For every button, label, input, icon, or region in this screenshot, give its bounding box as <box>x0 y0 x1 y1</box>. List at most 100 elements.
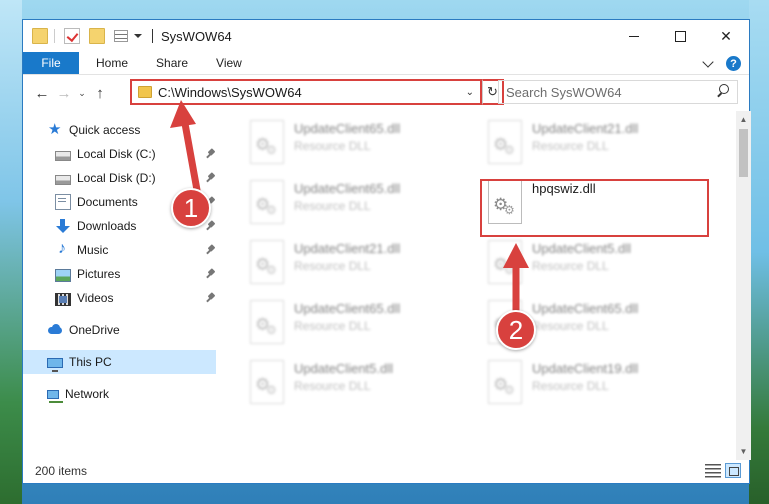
ribbon-right-controls: ? <box>702 55 741 71</box>
expand-ribbon-chevron-icon[interactable] <box>702 55 714 68</box>
details-view-icon[interactable] <box>705 464 721 478</box>
properties-check-icon[interactable] <box>64 28 80 44</box>
sidebar-item-music[interactable]: Music <box>55 238 216 262</box>
file-name: UpdateClient21.dll <box>294 241 401 256</box>
sidebar-item-videos[interactable]: Videos <box>55 286 216 310</box>
file-type: Resource DLL <box>294 259 371 273</box>
file-type: Resource DLL <box>294 319 371 333</box>
back-arrow-icon[interactable]: ← <box>31 82 53 104</box>
dll-file-icon <box>250 240 284 284</box>
file-type: Resource DLL <box>532 379 609 393</box>
pin-icon[interactable] <box>206 149 216 159</box>
recent-locations-chevron-icon[interactable]: ⌄ <box>75 82 89 104</box>
search-input[interactable]: Search SysWOW64 <box>506 85 713 100</box>
sidebar-item-this-pc[interactable]: This PC <box>23 350 216 374</box>
dll-file-icon <box>250 360 284 404</box>
file-type: Resource DLL <box>294 199 371 213</box>
scroll-up-arrow-icon[interactable]: ▲ <box>736 111 751 128</box>
file-type: Resource DLL <box>532 319 609 333</box>
customize-toolbar-dropdown-icon[interactable] <box>134 34 142 38</box>
file-item[interactable]: UpdateClient65.dll Resource DLL <box>242 298 472 354</box>
vertical-scrollbar[interactable]: ▲ ▼ <box>736 111 751 460</box>
sidebar-item-label: Music <box>77 243 109 257</box>
dll-file-icon <box>488 360 522 404</box>
file-name: UpdateClient65.dll <box>294 121 401 136</box>
forward-arrow-icon[interactable]: → <box>53 82 75 104</box>
documents-icon <box>55 194 71 210</box>
file-name: UpdateClient5.dll <box>294 361 394 376</box>
title-divider <box>152 29 153 43</box>
file-item[interactable]: UpdateClient65.dll Resource DLL <box>242 118 472 174</box>
sidebar-item-onedrive[interactable]: OneDrive <box>47 318 216 342</box>
dll-file-icon <box>250 300 284 344</box>
file-list: UpdateClient65.dll Resource DLL UpdateCli… <box>216 111 736 460</box>
sidebar-item-quick-access[interactable]: Quick access <box>47 118 216 142</box>
file-item[interactable]: UpdateClient21.dll Resource DLL <box>480 118 710 174</box>
highlight-box <box>480 179 709 237</box>
cloud-icon <box>47 322 63 338</box>
sidebar-item-local-disk-c[interactable]: Local Disk (C:) <box>55 142 216 166</box>
address-path[interactable]: C:\Windows\SysWOW64 <box>158 85 466 100</box>
sidebar-item-pictures[interactable]: Pictures <box>55 262 216 286</box>
file-name: UpdateClient65.dll <box>294 301 401 316</box>
file-type: Resource DLL <box>532 139 609 153</box>
maximize-button[interactable] <box>657 20 703 52</box>
search-box[interactable]: Search SysWOW64 <box>498 80 738 104</box>
file-item[interactable]: UpdateClient21.dll Resource DLL <box>242 238 472 294</box>
dll-file-icon <box>250 180 284 224</box>
scrollbar-thumb[interactable] <box>739 129 748 177</box>
properties-icon[interactable] <box>114 30 128 42</box>
network-icon <box>47 390 63 403</box>
address-bar[interactable]: C:\Windows\SysWOW64 ⌄ <box>130 79 482 105</box>
file-item[interactable]: UpdateClient5.dll Resource DLL <box>480 238 710 294</box>
sidebar-item-label: Pictures <box>77 267 121 281</box>
help-icon[interactable]: ? <box>726 56 741 71</box>
tab-file[interactable]: File <box>23 52 79 74</box>
star-icon <box>47 120 63 138</box>
file-item[interactable]: UpdateClient5.dll Resource DLL <box>242 358 472 414</box>
ribbon-tabs: File Home Share View ? <box>23 52 749 75</box>
up-arrow-icon[interactable]: ↑ <box>89 82 111 104</box>
disk-icon <box>55 174 71 185</box>
tab-view[interactable]: View <box>202 52 256 74</box>
sidebar-item-label: Quick access <box>69 123 141 137</box>
sidebar-item-network[interactable]: Network <box>47 382 216 406</box>
address-dropdown-chevron-icon[interactable]: ⌄ <box>466 87 474 98</box>
file-name: UpdateClient65.dll <box>294 181 401 196</box>
pin-icon[interactable] <box>206 293 216 303</box>
sidebar-item-label: Documents <box>77 195 138 209</box>
large-icons-view-icon[interactable] <box>725 463 741 478</box>
sidebar-item-label: Downloads <box>77 219 137 233</box>
quick-access-divider <box>54 29 55 43</box>
minimize-button[interactable] <box>611 20 657 52</box>
pictures-icon <box>55 268 71 282</box>
pin-icon[interactable] <box>206 245 216 255</box>
tab-share[interactable]: Share <box>142 52 202 74</box>
dll-file-icon <box>488 240 522 284</box>
title-bar: SysWOW64 ✕ <box>23 20 749 52</box>
explorer-window: SysWOW64 ✕ File Home Share View ? ← → ⌄ … <box>22 19 751 484</box>
file-name: UpdateClient21.dll <box>532 121 639 136</box>
pin-icon[interactable] <box>206 269 216 279</box>
status-bar: 200 items <box>23 459 749 483</box>
annotation-marker-1: 1 <box>171 188 211 228</box>
new-folder-icon[interactable] <box>89 28 105 44</box>
close-button[interactable]: ✕ <box>703 20 749 52</box>
computer-icon <box>47 357 63 372</box>
sidebar-item-label: Local Disk (D:) <box>77 171 156 185</box>
content-area: Quick access Local Disk (C:) Local Disk … <box>23 111 751 460</box>
sidebar-item-label: Network <box>65 387 110 401</box>
pin-icon[interactable] <box>206 221 216 231</box>
file-item[interactable]: UpdateClient19.dll Resource DLL <box>480 358 710 414</box>
desktop-background-left <box>0 0 22 504</box>
sidebar-item-label: This PC <box>69 355 112 369</box>
folder-icon <box>32 28 48 44</box>
search-icon[interactable] <box>713 83 731 101</box>
scroll-down-arrow-icon[interactable]: ▼ <box>736 443 751 460</box>
sidebar-item-local-disk-d[interactable]: Local Disk (D:) <box>55 166 216 190</box>
file-name: UpdateClient65.dll <box>532 301 639 316</box>
file-item[interactable]: UpdateClient65.dll Resource DLL <box>242 178 472 234</box>
tab-home[interactable]: Home <box>79 52 142 74</box>
pin-icon[interactable] <box>206 173 216 183</box>
annotation-marker-2: 2 <box>496 310 536 350</box>
